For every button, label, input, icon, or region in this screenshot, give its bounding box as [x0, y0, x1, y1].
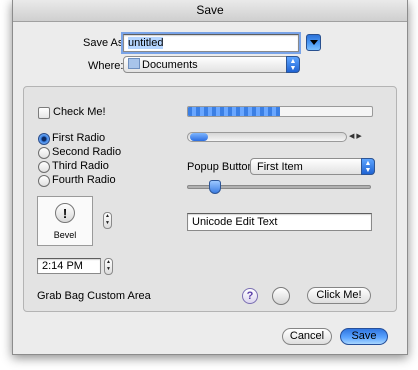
save-as-label: Save As:: [83, 37, 127, 49]
time-field[interactable]: 2:14 PM: [37, 258, 101, 274]
radio-third[interactable]: [38, 161, 50, 173]
radio-fourth-label: Fourth Radio: [52, 174, 116, 186]
scroll-arrows-icon[interactable]: ◀ ▶: [349, 132, 362, 142]
time-stepper[interactable]: ▲ ▼: [104, 258, 113, 275]
check-me-label: Check Me!: [53, 106, 106, 118]
radio-fourth[interactable]: [38, 175, 50, 187]
slider-knob[interactable]: [209, 180, 222, 194]
help-icon[interactable]: ?: [242, 288, 258, 304]
radio-first[interactable]: [38, 133, 50, 145]
check-me-checkbox[interactable]: [38, 107, 50, 119]
window-title: Save: [13, 0, 407, 22]
radio-second-label: Second Radio: [52, 146, 122, 158]
bevel-button[interactable]: ! Bevel: [37, 196, 93, 246]
radio-second[interactable]: [38, 147, 50, 159]
expand-dialog-button[interactable]: [306, 34, 321, 51]
horizontal-scrollbar[interactable]: [187, 132, 347, 142]
click-me-button[interactable]: Click Me!: [307, 287, 371, 304]
where-popup[interactable]: Documents ▲ ▼: [123, 56, 300, 73]
round-button[interactable]: [272, 287, 290, 305]
where-value: Documents: [142, 59, 198, 71]
folder-icon: [128, 58, 140, 69]
save-as-value: untitled: [128, 37, 164, 49]
scrollbar-thumb[interactable]: [190, 133, 208, 141]
save-as-field[interactable]: untitled: [123, 34, 299, 52]
popup-button-label: Popup Button: [187, 161, 254, 173]
progress-bar: [187, 106, 373, 117]
where-label: Where:: [88, 60, 124, 72]
unicode-edit-field[interactable]: Unicode Edit Text: [187, 213, 372, 231]
bevel-label: Bevel: [53, 230, 77, 240]
popup-button[interactable]: First Item ▲ ▼: [250, 158, 375, 175]
grab-bag-label: Grab Bag Custom Area: [37, 290, 151, 302]
popup-arrows-icon: ▲ ▼: [286, 56, 300, 73]
radio-third-label: Third Radio: [52, 160, 109, 172]
save-dialog-window: Save Save As: untitled Where: Documents …: [12, 0, 408, 355]
cancel-button[interactable]: Cancel: [282, 328, 332, 345]
alert-icon: !: [55, 203, 75, 223]
chevron-down-icon: [310, 40, 318, 45]
bevel-stepper[interactable]: ▲ ▼: [103, 212, 112, 229]
popup-arrows-icon: ▲ ▼: [361, 158, 375, 175]
radio-first-label: First Radio: [52, 132, 106, 144]
progress-fill: [188, 107, 280, 116]
save-button[interactable]: Save: [340, 328, 388, 345]
popup-button-value: First Item: [257, 161, 303, 173]
